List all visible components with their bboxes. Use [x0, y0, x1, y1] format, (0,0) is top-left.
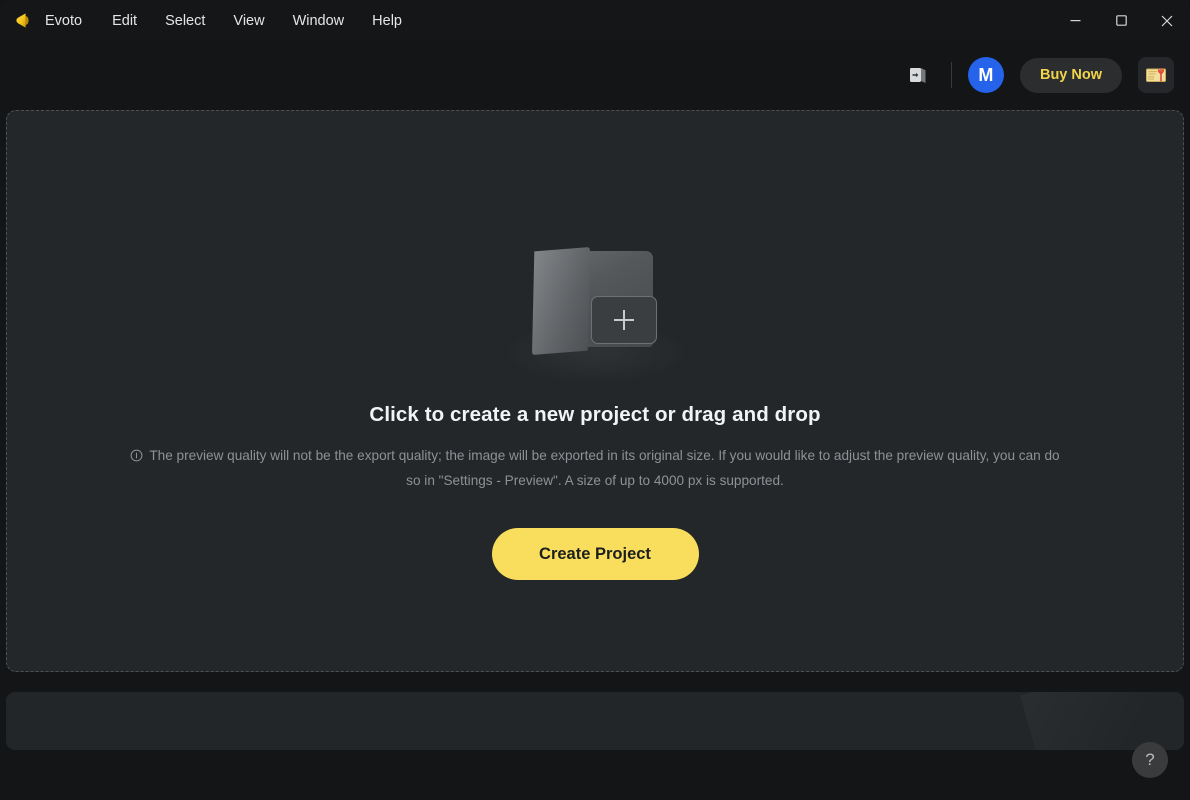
menu-item-label: Help	[372, 12, 402, 29]
buy-now-label: Buy Now	[1039, 67, 1102, 83]
close-icon	[1161, 15, 1173, 26]
help-label: ?	[1145, 750, 1155, 769]
bottom-panel	[6, 692, 1184, 750]
create-project-label: Create Project	[539, 544, 651, 563]
title-bar: Evoto Edit Select View Window Help	[0, 0, 1190, 41]
menu-item-window[interactable]: Window	[279, 7, 359, 35]
account-toolbar: M Buy Now	[0, 41, 1190, 109]
dropzone-description: The preview quality will not be the expo…	[149, 448, 1060, 488]
plus-icon	[614, 310, 634, 330]
app-logo	[5, 0, 39, 41]
sign-in-icon	[909, 68, 926, 83]
avatar[interactable]: M	[967, 57, 1004, 93]
evoto-logo-icon	[14, 12, 31, 29]
menu-item-evoto[interactable]: Evoto	[39, 7, 98, 35]
help-button[interactable]: ?	[1132, 742, 1168, 778]
menu-item-label: View	[233, 12, 265, 29]
menu-item-view[interactable]: View	[219, 7, 278, 35]
menu-item-label: Select	[165, 12, 206, 29]
create-project-button[interactable]: Create Project	[491, 528, 699, 580]
evoto-app-window: Evoto Edit Select View Window Help M Buy…	[0, 0, 1190, 800]
dropzone-description-wrap: The preview quality will not be the expo…	[125, 444, 1065, 492]
window-controls	[1052, 0, 1190, 41]
buy-now-button[interactable]: Buy Now	[1019, 57, 1122, 93]
add-card	[591, 296, 657, 344]
create-project-dropzone[interactable]: Click to create a new project or drag an…	[6, 110, 1184, 672]
dropzone-title: Click to create a new project or drag an…	[369, 403, 821, 426]
menu-item-select[interactable]: Select	[151, 7, 219, 35]
gift-card-button[interactable]	[1138, 57, 1174, 93]
gift-card-icon	[1146, 68, 1166, 82]
toolbar-divider	[950, 62, 952, 88]
dropzone-content: Click to create a new project or drag an…	[7, 229, 1183, 580]
minimize-button[interactable]	[1052, 0, 1098, 41]
maximize-button[interactable]	[1098, 0, 1144, 41]
import-button[interactable]	[901, 58, 935, 92]
panel-sheen	[1020, 692, 1184, 750]
menu-bar: Evoto Edit Select View Window Help	[39, 0, 416, 41]
maximize-icon	[1115, 15, 1127, 26]
close-button[interactable]	[1144, 0, 1190, 41]
menu-item-edit[interactable]: Edit	[98, 7, 151, 35]
minimize-icon	[1070, 20, 1080, 22]
folder-front-panel	[532, 247, 590, 355]
menu-item-help[interactable]: Help	[358, 7, 416, 35]
folder-add-icon	[495, 229, 695, 383]
avatar-initial: M	[978, 64, 994, 85]
menu-item-label: Evoto	[45, 12, 83, 29]
menu-item-label: Edit	[112, 12, 138, 29]
info-circle-icon	[130, 446, 143, 469]
menu-item-label: Window	[292, 12, 345, 29]
